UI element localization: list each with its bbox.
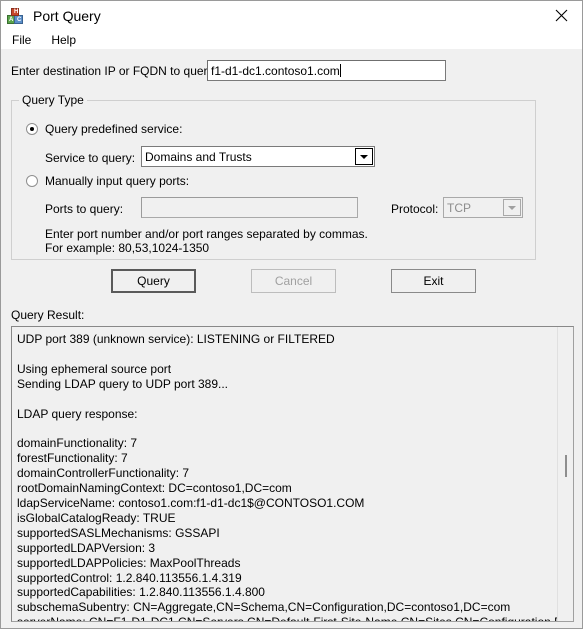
radio-predefined-label: Query predefined service: — [45, 122, 183, 136]
query-result-label: Query Result: — [11, 308, 85, 322]
radio-manual-query-ports[interactable]: Manually input query ports: — [26, 174, 189, 188]
client-area: Enter destination IP or FQDN to query: f… — [1, 49, 582, 628]
chevron-down-icon[interactable] — [355, 148, 373, 165]
service-to-query-value: Domains and Trusts — [145, 149, 252, 164]
destination-label: Enter destination IP or FQDN to query: — [11, 64, 217, 78]
radio-manual-label: Manually input query ports: — [45, 174, 190, 188]
ports-hint-line-2: For example: 80,53,1024-1350 — [45, 241, 210, 255]
protocol-combobox[interactable]: TCP — [443, 197, 523, 218]
radio-query-predefined-service[interactable]: Query predefined service: — [26, 122, 182, 136]
cancel-button: Cancel — [251, 269, 336, 293]
chevron-down-icon-protocol[interactable] — [503, 199, 521, 216]
ports-to-query-label: Ports to query: — [45, 202, 124, 216]
service-to-query-label: Service to query: — [45, 151, 136, 165]
blocks-icon: H A C — [7, 7, 23, 24]
close-button[interactable] — [538, 1, 582, 30]
query-type-legend: Query Type — [19, 93, 87, 107]
menu-bar: File Help — [1, 30, 582, 49]
result-scrollbar-thumb[interactable] — [565, 455, 567, 477]
service-to-query-combobox[interactable]: Domains and Trusts — [141, 146, 375, 167]
destination-input[interactable]: f1-d1-dc1.contoso1.com — [207, 60, 446, 81]
destination-row: Enter destination IP or FQDN to query: f… — [11, 60, 574, 82]
query-button[interactable]: Query — [111, 269, 196, 293]
result-vertical-scrollbar[interactable] — [557, 327, 573, 621]
radio-manual-indicator — [26, 175, 38, 187]
exit-button[interactable]: Exit — [391, 269, 476, 293]
ports-hint-line-1: Enter port number and/or port ranges sep… — [45, 227, 368, 241]
menu-help[interactable]: Help — [48, 32, 85, 48]
query-result-box[interactable]: UDP port 389 (unknown service): LISTENIN… — [11, 326, 574, 622]
ports-to-query-input[interactable] — [141, 197, 358, 218]
menu-file[interactable]: File — [9, 32, 40, 48]
destination-input-value: f1-d1-dc1.contoso1.com — [211, 64, 340, 78]
query-result-text: UDP port 389 (unknown service): LISTENIN… — [17, 332, 573, 621]
protocol-value: TCP — [447, 200, 471, 215]
title-bar: H A C Port Query — [1, 1, 582, 30]
protocol-label: Protocol: — [391, 202, 439, 216]
port-query-window: H A C Port Query File Help Enter destina… — [0, 0, 583, 629]
radio-predefined-indicator — [26, 123, 38, 135]
window-title: Port Query — [33, 7, 101, 24]
text-caret — [339, 64, 341, 77]
